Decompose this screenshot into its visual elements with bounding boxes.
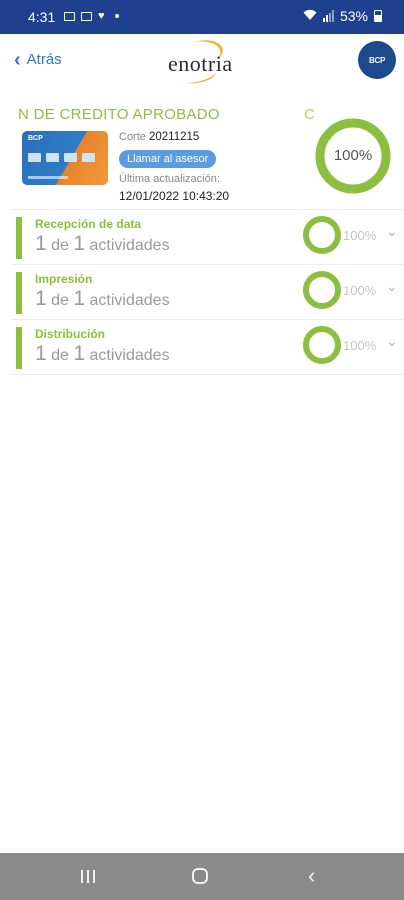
stage-count: 1 de 1 actividades (35, 287, 170, 310)
stage-row-distribution[interactable]: Distribución 1 de 1 actividades 100% ⌄ (0, 320, 404, 376)
updated-label: Última actualización: (119, 173, 220, 185)
chevron-left-icon: ‹ (14, 48, 21, 71)
stage-percent: 100% (343, 228, 377, 243)
logo-text: enotria (168, 51, 233, 76)
system-navigation-bar: ‹ (0, 853, 404, 900)
enotria-logo: enotria (160, 39, 240, 85)
stage-indicator-bar (16, 272, 22, 314)
updated-value: 12/01/2022 10:43:20 (119, 189, 230, 203)
system-status: 53% (303, 8, 382, 24)
status-bar: 4:31 ♥ 53% (0, 0, 404, 34)
status-time: 4:31 (28, 9, 56, 25)
stage-title: Distribución (35, 327, 106, 341)
divider (12, 374, 404, 375)
card-number-strip (28, 176, 68, 179)
stage-percent: 100% (343, 338, 377, 353)
stage-indicator-bar (16, 217, 22, 259)
stage-count: 1 de 1 actividades (35, 232, 170, 255)
card-chip (28, 153, 41, 162)
stage-progress-ring (303, 271, 341, 309)
stage-title: Recepción de data (35, 217, 142, 231)
back-label: Atrás (26, 51, 62, 68)
more-notifications-icon (114, 14, 119, 18)
avatar-label: BCP (369, 55, 385, 65)
battery-icon (374, 10, 382, 22)
stage-progress-ring (303, 326, 341, 364)
signal-icon (322, 10, 334, 22)
heart-notification-icon: ♥ (98, 10, 105, 22)
stage-progress-ring (303, 216, 341, 254)
next-tab-letter[interactable]: C (304, 106, 315, 123)
stage-percent: 100% (343, 283, 377, 298)
credit-status-title: N DE CREDITO APROBADO (18, 106, 220, 123)
card-chip (64, 153, 77, 162)
call-advisor-button[interactable]: Llamar al asesor (119, 150, 217, 168)
chevron-down-icon[interactable]: ⌄ (386, 223, 398, 240)
stage-indicator-bar (16, 327, 22, 369)
system-back-icon[interactable]: ‹ (308, 865, 315, 887)
credit-card-image: BCP (22, 131, 108, 185)
card-chip (46, 153, 59, 162)
chevron-down-icon[interactable]: ⌄ (386, 278, 398, 295)
stage-row-printing[interactable]: Impresión 1 de 1 actividades 100% ⌄ (0, 265, 404, 321)
home-icon[interactable] (192, 868, 208, 884)
stage-row-reception[interactable]: Recepción de data 1 de 1 actividades 100… (0, 210, 404, 266)
recent-apps-icon[interactable] (81, 870, 95, 883)
notification-icons: ♥ (64, 10, 119, 22)
corte-label: Corte (119, 131, 146, 143)
stage-count: 1 de 1 actividades (35, 342, 170, 365)
stage-title: Impresión (35, 272, 93, 286)
avatar[interactable]: BCP (358, 41, 396, 79)
corte-info: Corte 20211215 (119, 131, 199, 143)
screen-notification-icon (81, 11, 92, 21)
gallery-notification-icon (64, 11, 75, 21)
back-button[interactable]: ‹ Atrás (14, 48, 62, 71)
wifi-icon (303, 9, 317, 24)
overall-progress-percent: 100% (333, 147, 373, 164)
card-brand: BCP (28, 135, 43, 142)
top-navigation: ‹ Atrás enotria BCP (0, 34, 404, 88)
chevron-down-icon[interactable]: ⌄ (386, 333, 398, 350)
card-chip (82, 153, 95, 162)
corte-value: 20211215 (148, 131, 200, 143)
battery-percent: 53% (339, 8, 368, 24)
